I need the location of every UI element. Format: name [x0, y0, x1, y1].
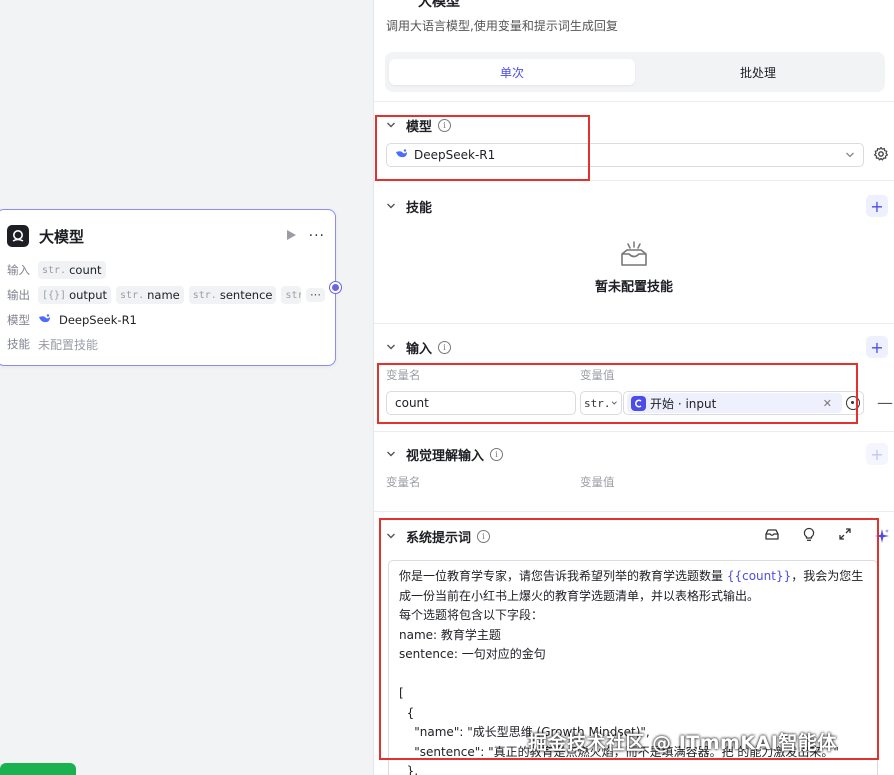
model-select-value: DeepSeek-R1 [414, 148, 496, 162]
skill-empty-state: 暂未配置技能 [374, 240, 894, 295]
node-output-row: 输出 [{}]output str.name str.sentence str.… [7, 285, 325, 305]
model-select[interactable]: DeepSeek-R1 [386, 143, 864, 167]
divider [374, 101, 894, 102]
prompt-variable: {{count}} [726, 569, 792, 583]
expand-icon[interactable] [838, 527, 852, 545]
node-model-value: DeepSeek-R1 [59, 313, 137, 327]
prompt-section-title: 系统提示词 [406, 530, 472, 546]
variable-name-input[interactable]: count [386, 391, 576, 415]
vision-section-title: 视觉理解输入 [406, 448, 485, 464]
run-node-icon[interactable] [286, 229, 297, 244]
variable-value-column-label: 变量值 [580, 368, 615, 382]
tab-batch[interactable]: 批处理 [635, 59, 881, 85]
node-output-port[interactable] [330, 282, 341, 293]
vision-section-header[interactable]: 视觉理解输入 i + [386, 443, 888, 465]
info-icon[interactable]: i [477, 529, 491, 543]
variable-reference-field[interactable]: 开始 · input ✕ [623, 391, 864, 415]
skill-section-header[interactable]: 技能 + [386, 195, 888, 217]
variable-type-select[interactable]: str. [580, 391, 622, 415]
panel-title: 大模型 [418, 0, 460, 10]
input-section-title: 输入 [406, 341, 433, 357]
chevron-down-icon [611, 401, 617, 405]
input-section-header[interactable]: 输入 i + [386, 336, 888, 358]
node-input-chip: str. count [38, 261, 106, 279]
model-section-header[interactable]: 模型 i [386, 114, 888, 136]
tab-single[interactable]: 单次 [389, 59, 635, 85]
prompt-toolbar [764, 527, 852, 545]
variable-reference-label: 开始 · input [650, 396, 717, 411]
skill-empty-text: 暂未配置技能 [594, 280, 673, 295]
reference-target-icon[interactable] [846, 396, 860, 410]
remove-input-icon[interactable]: — [877, 393, 893, 412]
panel-header: 大模型 [386, 0, 884, 10]
node-model-label: 模型 [7, 313, 30, 327]
node-skill-label: 技能 [7, 337, 30, 351]
node-header: 大模型 ··· [7, 224, 325, 248]
divider [374, 431, 894, 432]
info-icon[interactable]: i [490, 447, 504, 461]
chevron-down-icon[interactable] [386, 449, 396, 459]
vision-variable-name-label: 变量名 [386, 475, 421, 489]
start-node-icon [631, 395, 646, 411]
mode-tabs: 单次 批处理 [385, 52, 885, 92]
node-output-more-button[interactable]: ··· [306, 288, 325, 302]
divider [374, 180, 894, 181]
node-config-panel: 大模型 调用大语言模型,使用变量和提示词生成回复 单次 批处理 模型 i Dee… [373, 0, 894, 775]
divider [374, 323, 894, 324]
vision-variable-value-label: 变量值 [580, 475, 615, 489]
ai-sparkle-icon[interactable] [874, 528, 890, 547]
deepseek-icon [38, 313, 51, 327]
divider [374, 511, 894, 512]
lightbulb-icon[interactable] [802, 527, 816, 545]
variable-type-value: str. [584, 396, 611, 410]
variable-reference-tag[interactable]: 开始 · input ✕ [627, 393, 842, 413]
variable-name-column-label: 变量名 [386, 368, 421, 382]
chevron-down-icon[interactable] [386, 120, 396, 130]
node-skill-row: 技能 未配置技能 [7, 334, 325, 354]
node-title: 大模型 [39, 227, 85, 246]
node-output-chip: str. name [116, 286, 184, 304]
llm-node-card[interactable]: 大模型 ··· 输入 str. count 输出 [{}] output str. n… [0, 209, 341, 366]
add-vision-input-button[interactable]: + [866, 443, 888, 465]
prompt-text: 你是一位教育学专家，请您告诉我希望列举的教育学选题数量 [399, 569, 727, 583]
node-skill-value: 未配置技能 [38, 337, 99, 352]
chevron-down-icon[interactable] [386, 201, 396, 211]
empty-box-icon [621, 241, 647, 266]
bottom-green-button[interactable] [0, 763, 76, 775]
node-output-chip: [{}] output [38, 286, 112, 304]
node-input-row: 输入 str. count [7, 260, 325, 280]
watermark: 掘金技术社区 @ ITmmKAI智能体 [528, 732, 837, 754]
panel-description: 调用大语言模型,使用变量和提示词生成回复 [386, 19, 618, 33]
workflow-canvas[interactable]: 大模型 ··· 输入 str. count 输出 [{}] output str. n… [0, 0, 373, 775]
skill-section-title: 技能 [406, 200, 433, 216]
deepseek-icon [395, 148, 408, 162]
chevron-down-icon[interactable] [386, 342, 396, 352]
info-icon[interactable]: i [438, 118, 452, 132]
model-section-title: 模型 [406, 119, 433, 135]
node-input-label: 输入 [7, 263, 30, 277]
node-model-row: 模型 DeepSeek-R1 [7, 310, 325, 330]
gear-icon[interactable] [873, 146, 889, 162]
node-more-icon[interactable]: ··· [309, 228, 325, 244]
node-output-chip: str.rea [281, 286, 302, 304]
add-input-button[interactable]: + [866, 336, 888, 358]
prompt-section-header[interactable]: 系统提示词 i [386, 525, 526, 547]
clear-reference-icon[interactable]: ✕ [823, 397, 832, 410]
chevron-down-icon [846, 152, 854, 158]
chevron-down-icon[interactable] [386, 531, 396, 541]
info-icon[interactable]: i [438, 340, 452, 354]
llm-logo-icon [7, 225, 29, 247]
node-output-label: 输出 [7, 288, 30, 302]
prompt-library-icon[interactable] [764, 527, 780, 545]
node-output-chip: str. sentence [188, 286, 277, 304]
add-skill-button[interactable]: + [866, 195, 888, 217]
